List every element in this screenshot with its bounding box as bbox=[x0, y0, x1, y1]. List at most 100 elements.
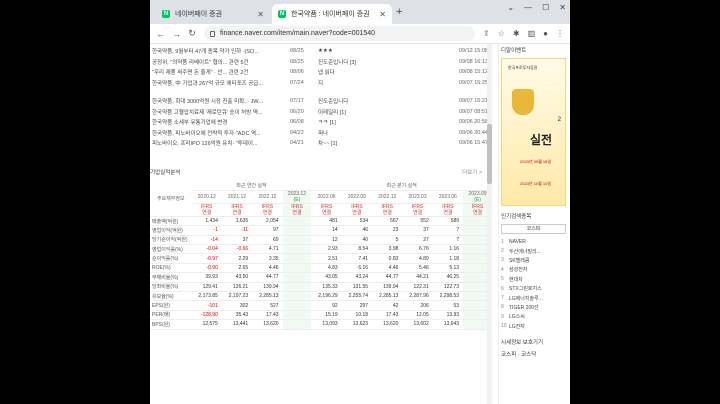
list-item[interactable]: 1 NAVER bbox=[501, 237, 566, 246]
news-item[interactable]: 피노바이오, 프리IPO 126억원 유치· "투데이... 04/21 차~~… bbox=[150, 138, 492, 149]
share-icon[interactable]: ⇪ bbox=[483, 29, 490, 38]
list-item[interactable]: 5 현대차 bbox=[501, 275, 566, 284]
news-date: 04/22 bbox=[290, 129, 304, 136]
news-item[interactable]: 한국약품, 中 기업과 267억 규모 에티포즈 공급... 07/24 지 0… bbox=[150, 78, 492, 89]
close-window-icon[interactable]: ✕ bbox=[559, 3, 566, 12]
news-title[interactable]: 한국약품, 9월부터 47개 종목 약가 인하 ·(SO... bbox=[150, 47, 290, 55]
tab-kospi[interactable]: 코스피 bbox=[501, 224, 566, 234]
stock-name[interactable]: LG스씨 bbox=[509, 313, 525, 320]
news-item[interactable]: 공정위, "의약품 리베이트" 협의... 관련 5건 08/25 진도준입니다… bbox=[150, 57, 492, 68]
table-cell: 2,285.13 bbox=[252, 291, 283, 302]
discussion-title[interactable]: 진도준입니다 bbox=[318, 97, 428, 105]
stock-name[interactable]: LG에너지솔루... bbox=[509, 295, 543, 302]
bookmark-star-icon[interactable]: ☆ bbox=[498, 29, 505, 38]
table-cell: 2,298.53 bbox=[432, 291, 464, 302]
stock-name[interactable]: TIGER 200선 bbox=[509, 304, 539, 311]
stock-name[interactable]: LG전자 bbox=[509, 323, 525, 330]
discussion-title[interactable]: ★★★ bbox=[318, 48, 428, 54]
discussion-time: 09/07 15:25 bbox=[458, 79, 488, 86]
discussion-title[interactable]: 진도준입니다 [3] bbox=[318, 58, 428, 66]
table-cell bbox=[282, 319, 312, 330]
list-item[interactable]: 7 LG에너지솔루... bbox=[501, 293, 566, 302]
news-item[interactable]: 한국약품, 9월부터 47개 종목 약가 인하 ·(SO... 08/25 ★★… bbox=[150, 46, 492, 57]
discussion-title[interactable]: 차~~ [1] bbox=[318, 139, 428, 147]
minimize-icon[interactable]: — bbox=[524, 3, 532, 12]
ifrs-label: IFRS 연결 bbox=[432, 203, 464, 217]
list-item[interactable]: 8 TIGER 200선 bbox=[501, 303, 566, 312]
discussion-title[interactable]: 이레일리 [1] bbox=[318, 108, 428, 116]
news-title[interactable]: "우리 제품 써주면 돈 줄게" · 안... 관련 2건 bbox=[150, 68, 290, 76]
table-cell: 46 bbox=[341, 225, 373, 236]
stock-name[interactable]: STX그린로지스 bbox=[509, 285, 542, 292]
list-item[interactable]: 2 두산에너빌리... bbox=[501, 246, 566, 255]
table-cell: -14 bbox=[191, 235, 222, 246]
news-title[interactable]: 한국약품, 회대 3000억원 시장 진출 미확..· JW... bbox=[150, 97, 290, 105]
forward-icon[interactable]: → bbox=[172, 29, 181, 39]
news-title[interactable]: 한국약품, 피노바이오에 전략적 투자·"ADC 역... bbox=[150, 129, 290, 137]
discussion-title[interactable]: 넵 읽다 bbox=[318, 68, 428, 76]
news-title[interactable]: 한국약품 고혈압치료제 '제로탄큐' 승이 처방 역... bbox=[150, 108, 290, 116]
scrollbar[interactable] bbox=[487, 44, 492, 404]
stock-name[interactable]: 삼성전자 bbox=[509, 266, 527, 273]
table-cell: 2,054 bbox=[252, 216, 283, 227]
news-item[interactable]: 한국약품 소세부 유통기업에 변경 06/08 ㅋㅋ [1] 09/06 20:… bbox=[150, 117, 492, 128]
list-item[interactable]: 6 STX그린로지스 bbox=[501, 284, 566, 293]
profile-avatar-icon[interactable]: ● bbox=[543, 29, 548, 38]
close-tab-icon[interactable]: ✕ bbox=[379, 10, 386, 19]
sidepanel-icon[interactable]: ▥ bbox=[528, 29, 536, 38]
close-tab-icon[interactable]: ✕ bbox=[257, 10, 264, 19]
extensions-icon[interactable]: ✱ bbox=[513, 29, 520, 38]
news-item[interactable]: 한국약품, 피노바이오에 전략적 투자·"ADC 역... 04/22 퍼나 0… bbox=[150, 128, 492, 139]
table-cell: 69 bbox=[252, 235, 283, 246]
table-cell: -0.66 bbox=[221, 244, 253, 255]
new-tab-icon[interactable]: + bbox=[396, 6, 402, 18]
maximize-icon[interactable]: ☐ bbox=[542, 3, 549, 12]
rank: 7 bbox=[501, 295, 504, 302]
table-cell: 43.05 bbox=[311, 272, 342, 283]
discussion-title[interactable]: 퍼나 bbox=[318, 129, 428, 137]
news-item[interactable]: 한국약품, 회대 3000억원 시장 진출 미확..· JW... 07/17 … bbox=[150, 96, 492, 107]
news-title[interactable]: 한국약품, 中 기업과 267억 규모 에티포즈 공급... bbox=[150, 79, 290, 87]
table-cell: 8.54 bbox=[341, 244, 373, 255]
more-link[interactable]: 더보기 > bbox=[462, 168, 482, 176]
discussion-title[interactable]: ㅋㅋ [1] bbox=[318, 118, 428, 126]
sidebar-footer-sub[interactable]: 코스피 · 코스닥 bbox=[499, 348, 568, 360]
list-item[interactable]: 3 SK텔레콤 bbox=[501, 256, 566, 265]
stock-name[interactable]: SK텔레콤 bbox=[509, 257, 529, 264]
list-item[interactable]: 4 삼성전자 bbox=[501, 265, 566, 274]
table-cell: 129.41 bbox=[191, 282, 222, 293]
discussion-title[interactable]: 지 bbox=[318, 79, 428, 87]
table-cell: 135.33 bbox=[311, 282, 342, 293]
list-item[interactable]: 10 LG전자 bbox=[501, 322, 566, 331]
news-title[interactable]: 공정위, "의약품 리베이트" 협의... 관련 5건 bbox=[150, 58, 290, 66]
tab-hankook-pharm[interactable]: N 한국약품 : 네이버페이 증권 ✕ bbox=[272, 4, 392, 24]
back-icon[interactable]: ← bbox=[156, 29, 165, 39]
news-list: 한국약품, 9월부터 47개 종목 약가 인하 ·(SO... 08/25 ★★… bbox=[150, 46, 492, 149]
news-item[interactable]: 한국약품 고혈압치료제 '제로탄큐' 승이 처방 역... 06/20 이레일리… bbox=[150, 107, 492, 118]
news-item[interactable]: "우리 제품 써주면 돈 줄게" · 안... 관련 2건 08/06 넵 읽다… bbox=[150, 67, 492, 78]
scrollbar-thumb[interactable] bbox=[487, 124, 492, 184]
table-cell: 97 bbox=[252, 225, 283, 236]
stock-name[interactable]: 현대차 bbox=[509, 276, 523, 283]
menu-kebab-icon[interactable]: ⋮ bbox=[556, 29, 564, 38]
tab-naver-finance[interactable]: N 네이버페이 증권 ✕ bbox=[156, 4, 270, 24]
row-label: 영업이익률(%) bbox=[150, 244, 192, 255]
stock-name[interactable]: NAVER bbox=[509, 239, 526, 245]
reload-icon[interactable]: ↻ bbox=[188, 28, 196, 39]
table-cell: 131.55 bbox=[341, 282, 373, 293]
period-header: 2022.09 bbox=[341, 190, 373, 204]
period-header: 2022.12 bbox=[372, 190, 403, 204]
list-item[interactable]: 9 LG스씨 bbox=[501, 312, 566, 321]
discussion-time: 09/07 15:21 bbox=[458, 98, 488, 105]
table-cell: 46.25 bbox=[432, 272, 464, 283]
table-cell: 44.21 bbox=[402, 272, 433, 283]
table-cell: 42 bbox=[372, 300, 403, 311]
stock-name[interactable]: 두산에너빌리... bbox=[509, 248, 541, 255]
news-title[interactable]: 피노바이오, 프리IPO 126억원 유치· "투데이... bbox=[150, 139, 290, 147]
table-cell: 13,620 bbox=[252, 319, 283, 330]
news-title[interactable]: 한국약품 소세부 유통기업에 변경 bbox=[150, 118, 290, 126]
chevron-down-icon[interactable]: ⌄ bbox=[507, 3, 514, 12]
ad-banner[interactable]: 한국프로투자증권 2 실전 2023년 09월 18일 2023년 10월 10… bbox=[501, 58, 566, 206]
row-label: 순이익률(%) bbox=[150, 253, 192, 264]
address-input[interactable]: finance.naver.com/item/main.naver?code=0… bbox=[204, 26, 476, 41]
